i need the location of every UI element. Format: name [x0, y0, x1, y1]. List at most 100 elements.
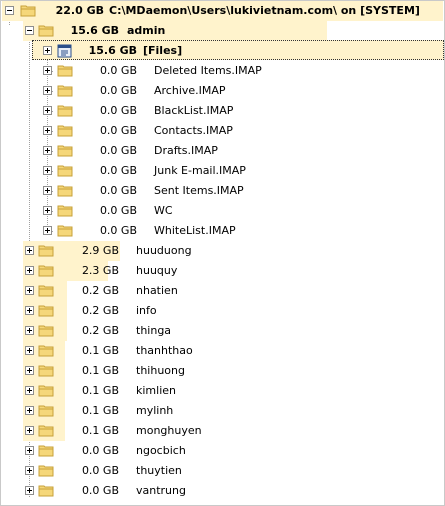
folder-name: kimlien — [136, 384, 176, 397]
expand-icon[interactable] — [25, 426, 34, 435]
folder-size: 0.0 GB — [99, 164, 137, 177]
tree-row-files[interactable]: 15.6 GB [Files] — [1, 41, 444, 61]
tree-row-user[interactable]: 0.1 GB thihuong — [1, 361, 444, 381]
folder-size: 0.0 GB — [99, 204, 137, 217]
folder-size-tree: 22.0 GB C:\MDaemon\Users\lukivietnam.com… — [0, 0, 445, 506]
folder-name: C:\MDaemon\Users\lukivietnam.com\ on [SY… — [109, 4, 420, 17]
tree-row-admin[interactable]: 15.6 GB admin — [1, 21, 444, 41]
tree-row-subfolder[interactable]: 0.0 GB Drafts.IMAP — [1, 141, 444, 161]
folder-size: 0.1 GB — [81, 364, 119, 377]
tree-row-user[interactable]: 0.0 GB ngocbich — [1, 441, 444, 461]
folder-name: nhatien — [136, 284, 178, 297]
tree-row-user[interactable]: 0.2 GB info — [1, 301, 444, 321]
tree-row-user[interactable]: 0.1 GB thanhthao — [1, 341, 444, 361]
folder-icon — [38, 465, 54, 477]
expand-icon[interactable] — [43, 166, 52, 175]
folder-size: 0.0 GB — [81, 484, 119, 497]
folder-size: 0.2 GB — [81, 304, 119, 317]
folder-icon — [57, 185, 73, 197]
folder-icon — [38, 245, 54, 257]
expand-icon[interactable] — [43, 186, 52, 195]
folder-icon — [38, 345, 54, 357]
expand-icon[interactable] — [43, 226, 52, 235]
folder-icon — [38, 285, 54, 297]
tree-row-subfolder[interactable]: 0.0 GB Archive.IMAP — [1, 81, 444, 101]
expand-icon[interactable] — [25, 446, 34, 455]
expand-icon[interactable] — [25, 266, 34, 275]
folder-name: monghuyen — [136, 424, 202, 437]
folder-size: 2.9 GB — [81, 244, 119, 257]
tree-row-root[interactable]: 22.0 GB C:\MDaemon\Users\lukivietnam.com… — [1, 1, 444, 21]
collapse-icon[interactable] — [25, 26, 34, 35]
folder-icon — [38, 265, 54, 277]
tree-row-user[interactable]: 0.2 GB thinga — [1, 321, 444, 341]
folder-icon — [38, 485, 54, 497]
expand-icon[interactable] — [25, 306, 34, 315]
expand-icon[interactable] — [25, 246, 34, 255]
folder-size: 0.1 GB — [81, 424, 119, 437]
tree-row-user[interactable]: 2.9 GB huuduong — [1, 241, 444, 261]
folder-icon — [57, 205, 73, 217]
expand-icon[interactable] — [25, 326, 34, 335]
tree-row-user[interactable]: 0.1 GB monghuyen — [1, 421, 444, 441]
tree-row-user[interactable]: 0.2 GB nhatien — [1, 281, 444, 301]
folder-icon — [57, 225, 73, 237]
expand-icon[interactable] — [43, 86, 52, 95]
folder-name: [Files] — [143, 44, 183, 57]
folder-name: WC — [154, 204, 173, 217]
folder-icon — [38, 405, 54, 417]
tree-row-user[interactable]: 0.0 GB thuytien — [1, 461, 444, 481]
tree-row-subfolder[interactable]: 0.0 GB BlackList.IMAP — [1, 101, 444, 121]
folder-name: Sent Items.IMAP — [154, 184, 244, 197]
expand-icon[interactable] — [25, 386, 34, 395]
expand-icon[interactable] — [25, 486, 34, 495]
tree-row-user[interactable]: 2.3 GB huuquy — [1, 261, 444, 281]
folder-icon — [38, 25, 54, 37]
folder-name: Drafts.IMAP — [154, 144, 218, 157]
tree-row-user[interactable]: 0.1 GB mylinh — [1, 401, 444, 421]
expand-icon[interactable] — [43, 46, 52, 55]
folder-icon — [57, 105, 73, 117]
expand-icon[interactable] — [25, 406, 34, 415]
folder-name: huuduong — [136, 244, 192, 257]
expand-icon[interactable] — [25, 366, 34, 375]
tree-row-subfolder[interactable]: 0.0 GB Deleted Items.IMAP — [1, 61, 444, 81]
folder-name: huuquy — [136, 264, 178, 277]
tree-row-subfolder[interactable]: 0.0 GB WhiteList.IMAP — [1, 221, 444, 241]
expand-icon[interactable] — [43, 146, 52, 155]
folder-size: 0.2 GB — [81, 284, 119, 297]
folder-icon — [38, 305, 54, 317]
folder-icon — [38, 425, 54, 437]
expand-icon[interactable] — [43, 126, 52, 135]
folder-icon — [57, 85, 73, 97]
folder-size: 0.1 GB — [81, 404, 119, 417]
folder-size: 0.1 GB — [81, 384, 119, 397]
folder-size: 0.0 GB — [99, 104, 137, 117]
folder-name: BlackList.IMAP — [154, 104, 234, 117]
folder-name: vantrung — [136, 484, 186, 497]
tree-row-user[interactable]: 0.1 GB kimlien — [1, 381, 444, 401]
folder-icon — [20, 5, 36, 17]
tree-row-user[interactable]: 0.0 GB vantrung — [1, 481, 444, 501]
folder-name: info — [136, 304, 157, 317]
folder-size: 2.3 GB — [81, 264, 119, 277]
folder-size: 15.6 GB — [88, 44, 137, 57]
tree-row-subfolder[interactable]: 0.0 GB Contacts.IMAP — [1, 121, 444, 141]
folder-size: 15.6 GB — [70, 24, 119, 37]
collapse-icon[interactable] — [5, 6, 14, 15]
expand-icon[interactable] — [43, 206, 52, 215]
expand-icon[interactable] — [25, 346, 34, 355]
folder-name: mylinh — [136, 404, 174, 417]
expand-icon[interactable] — [25, 286, 34, 295]
expand-icon[interactable] — [43, 66, 52, 75]
tree-row-subfolder[interactable]: 0.0 GB Junk E-mail.IMAP — [1, 161, 444, 181]
folder-icon — [57, 145, 73, 157]
folder-name: WhiteList.IMAP — [154, 224, 236, 237]
file-stack-icon — [57, 44, 72, 58]
expand-icon[interactable] — [43, 106, 52, 115]
tree-row-subfolder[interactable]: 0.0 GB WC — [1, 201, 444, 221]
folder-icon — [38, 445, 54, 457]
expand-icon[interactable] — [25, 466, 34, 475]
tree-row-subfolder[interactable]: 0.0 GB Sent Items.IMAP — [1, 181, 444, 201]
folder-icon — [38, 325, 54, 337]
